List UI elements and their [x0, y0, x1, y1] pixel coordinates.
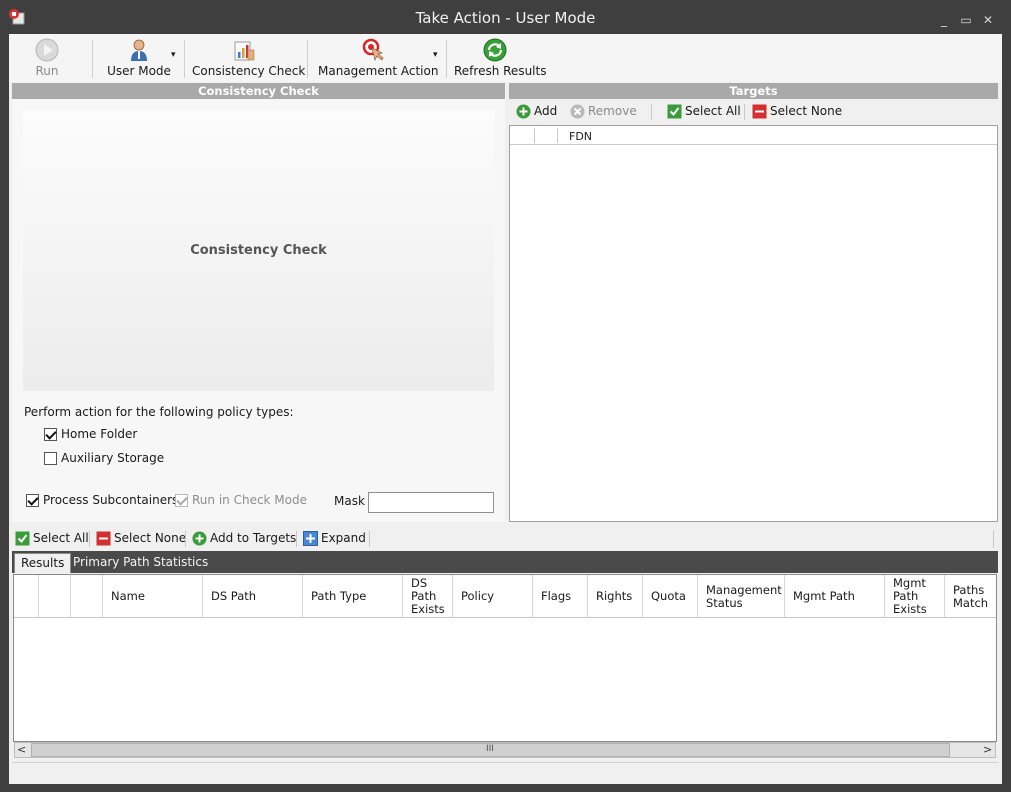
paths-match-column-header[interactable]: Paths Match [945, 575, 996, 618]
expand-button[interactable]: Expand [303, 530, 366, 548]
row-indicator-header [14, 575, 39, 618]
play-icon [35, 38, 59, 62]
mgmt-path-column-header[interactable]: Mgmt Path [785, 575, 885, 618]
remove-icon [570, 104, 585, 119]
maximize-button[interactable]: ▭ [958, 13, 974, 27]
name-column-header[interactable]: Name [103, 575, 203, 618]
targets-toolbar-separator [744, 104, 745, 120]
mask-label: Mask [334, 494, 365, 508]
results-toolbar-separator [185, 531, 186, 547]
targets-grid[interactable] [509, 125, 998, 522]
action-pointer-icon [362, 38, 384, 62]
ds-path-exists-column-header[interactable]: DS Path Exists [403, 575, 453, 618]
icon-column-header[interactable] [71, 575, 103, 618]
user-mode-button[interactable]: User Mode [104, 36, 174, 80]
consistency-check-label: Consistency Check [192, 64, 306, 78]
user-mode-label: User Mode [107, 64, 171, 78]
scroll-left-button[interactable]: < [17, 743, 26, 756]
home-folder-checkbox[interactable] [44, 428, 57, 441]
targets-select-none-button[interactable]: Select None [752, 103, 842, 121]
expand-plus-icon [303, 531, 318, 546]
add-to-targets-button[interactable]: Add to Targets [192, 530, 296, 548]
remove-target-button[interactable]: Remove [570, 103, 637, 121]
mgmt-path-exists-column-header[interactable]: Mgmt Path Exists [885, 575, 945, 618]
results-header-divider [14, 617, 996, 618]
checkbox-column-header[interactable] [39, 575, 71, 618]
fdn-column-header[interactable]: FDN [569, 130, 592, 143]
targets-select-none-label: Select None [770, 104, 843, 118]
user-icon [131, 39, 147, 61]
ds-path-column-header[interactable]: DS Path [203, 575, 303, 618]
toolbar-separator [446, 40, 447, 78]
add-target-button[interactable]: Add [516, 103, 562, 121]
add-icon [516, 104, 531, 119]
targets-select-all-label: Select All [685, 104, 741, 118]
toolbar-separator [184, 40, 185, 78]
targets-header: Targets [509, 83, 998, 99]
process-subcontainers-label[interactable]: Process Subcontainers [43, 493, 178, 507]
scrollbar-grip: III [486, 744, 494, 754]
results-select-all-label: Select All [33, 531, 89, 545]
toolbar-separator [307, 40, 308, 78]
run-label: Run [35, 64, 59, 78]
minus-icon [752, 104, 767, 119]
close-button[interactable]: ✕ [980, 13, 996, 27]
consistency-check-button[interactable]: Consistency Check [192, 36, 306, 80]
policy-column-header[interactable]: Policy [453, 575, 533, 618]
title-bar[interactable]: Take Action - User Mode _ ▭ ✕ [0, 0, 1011, 34]
results-toolbar-separator [296, 531, 297, 547]
refresh-results-label: Refresh Results [454, 64, 547, 78]
targets-select-all-button[interactable]: Select All [667, 103, 741, 121]
consistency-check-placeholder: Consistency Check [23, 110, 494, 391]
toolbar-separator [92, 40, 93, 78]
status-bar [12, 762, 998, 780]
home-folder-label[interactable]: Home Folder [61, 427, 137, 441]
run-in-check-mode-checkbox [175, 494, 188, 507]
auxiliary-storage-label[interactable]: Auxiliary Storage [61, 451, 164, 465]
policy-types-prompt: Perform action for the following policy … [24, 405, 294, 419]
management-action-label: Management Action [318, 64, 439, 78]
minimize-button[interactable]: _ [936, 13, 952, 27]
tab-results[interactable]: Results [14, 553, 72, 573]
quota-column-header[interactable]: Quota [643, 575, 698, 618]
add-target-label: Add [534, 104, 558, 118]
targets-toolbar-separator [651, 104, 652, 120]
refresh-results-button[interactable]: Refresh Results [454, 36, 547, 80]
management-status-column-header[interactable]: Management Status [698, 575, 785, 618]
targets-column-divider [557, 128, 558, 143]
mask-input[interactable] [368, 492, 494, 513]
flags-column-header[interactable]: Flags [533, 575, 588, 618]
process-subcontainers-checkbox[interactable] [26, 494, 39, 507]
checkmark-icon [15, 531, 30, 546]
report-chart-icon [234, 41, 255, 61]
expand-label: Expand [321, 531, 366, 545]
path-type-column-header[interactable]: Path Type [303, 575, 403, 618]
results-select-none-label: Select None [114, 531, 187, 545]
results-toolbar-separator [89, 531, 90, 547]
add-icon [192, 531, 207, 546]
auxiliary-storage-checkbox[interactable] [44, 452, 57, 465]
remove-target-label: Remove [588, 104, 637, 118]
management-action-dropdown-arrow[interactable]: ▾ [433, 50, 438, 60]
tab-primary-path-statistics[interactable]: Primary Path Statistics [67, 553, 214, 573]
targets-column-divider [534, 128, 535, 143]
results-select-none-button[interactable]: Select None [96, 530, 186, 548]
scroll-right-button[interactable]: > [983, 743, 992, 756]
results-toolbar-separator [369, 531, 370, 547]
run-button[interactable]: Run [24, 36, 70, 80]
management-action-button[interactable]: Management Action [318, 36, 439, 80]
refresh-icon [483, 38, 507, 62]
results-select-all-button[interactable]: Select All [15, 530, 89, 548]
checkmark-icon [667, 104, 682, 119]
minus-icon [96, 531, 111, 546]
run-in-check-mode-label: Run in Check Mode [192, 493, 308, 507]
window-title: Take Action - User Mode [415, 9, 596, 27]
add-to-targets-label: Add to Targets [210, 531, 297, 545]
results-toolbar-edge [993, 530, 994, 548]
user-mode-dropdown-arrow[interactable]: ▾ [171, 50, 176, 60]
rights-column-header[interactable]: Rights [588, 575, 643, 618]
consistency-check-header: Consistency Check [12, 83, 505, 99]
